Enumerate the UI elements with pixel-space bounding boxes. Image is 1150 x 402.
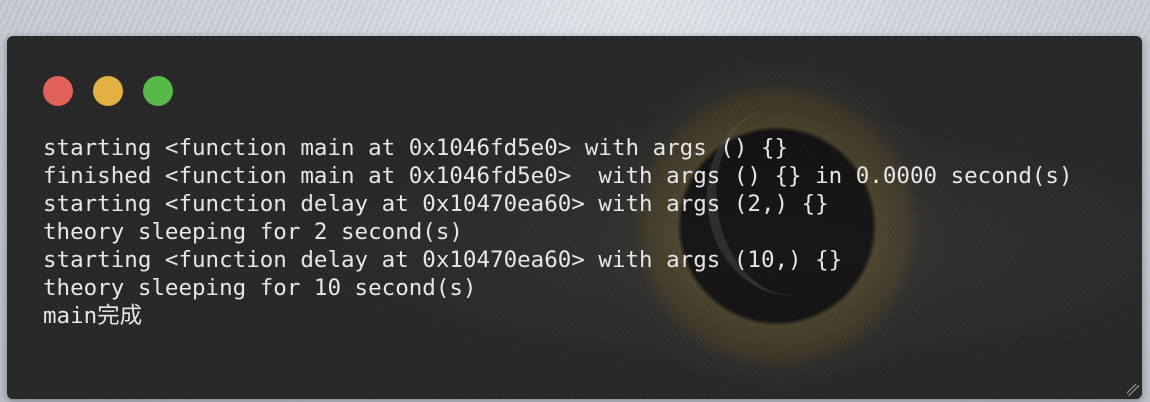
console-line: starting <function main at 0x1046fd5e0> … — [43, 135, 789, 161]
console-output: starting <function main at 0x1046fd5e0> … — [43, 134, 1113, 330]
desktop-background — [0, 0, 1150, 40]
resize-handle-icon[interactable] — [1127, 384, 1139, 396]
console-line: theory sleeping for 10 second(s) — [43, 275, 477, 301]
terminal-window: starting <function main at 0x1046fd5e0> … — [7, 36, 1142, 399]
close-button[interactable] — [43, 76, 73, 106]
console-line: starting <function delay at 0x10470ea60>… — [43, 191, 829, 217]
console-line: starting <function delay at 0x10470ea60>… — [43, 247, 843, 273]
console-line: finished <function main at 0x1046fd5e0> … — [43, 163, 1073, 189]
console-line: theory sleeping for 2 second(s) — [43, 219, 463, 245]
maximize-button[interactable] — [143, 76, 173, 106]
minimize-button[interactable] — [93, 76, 123, 106]
console-line: main完成 — [43, 303, 143, 329]
window-controls — [43, 76, 173, 106]
